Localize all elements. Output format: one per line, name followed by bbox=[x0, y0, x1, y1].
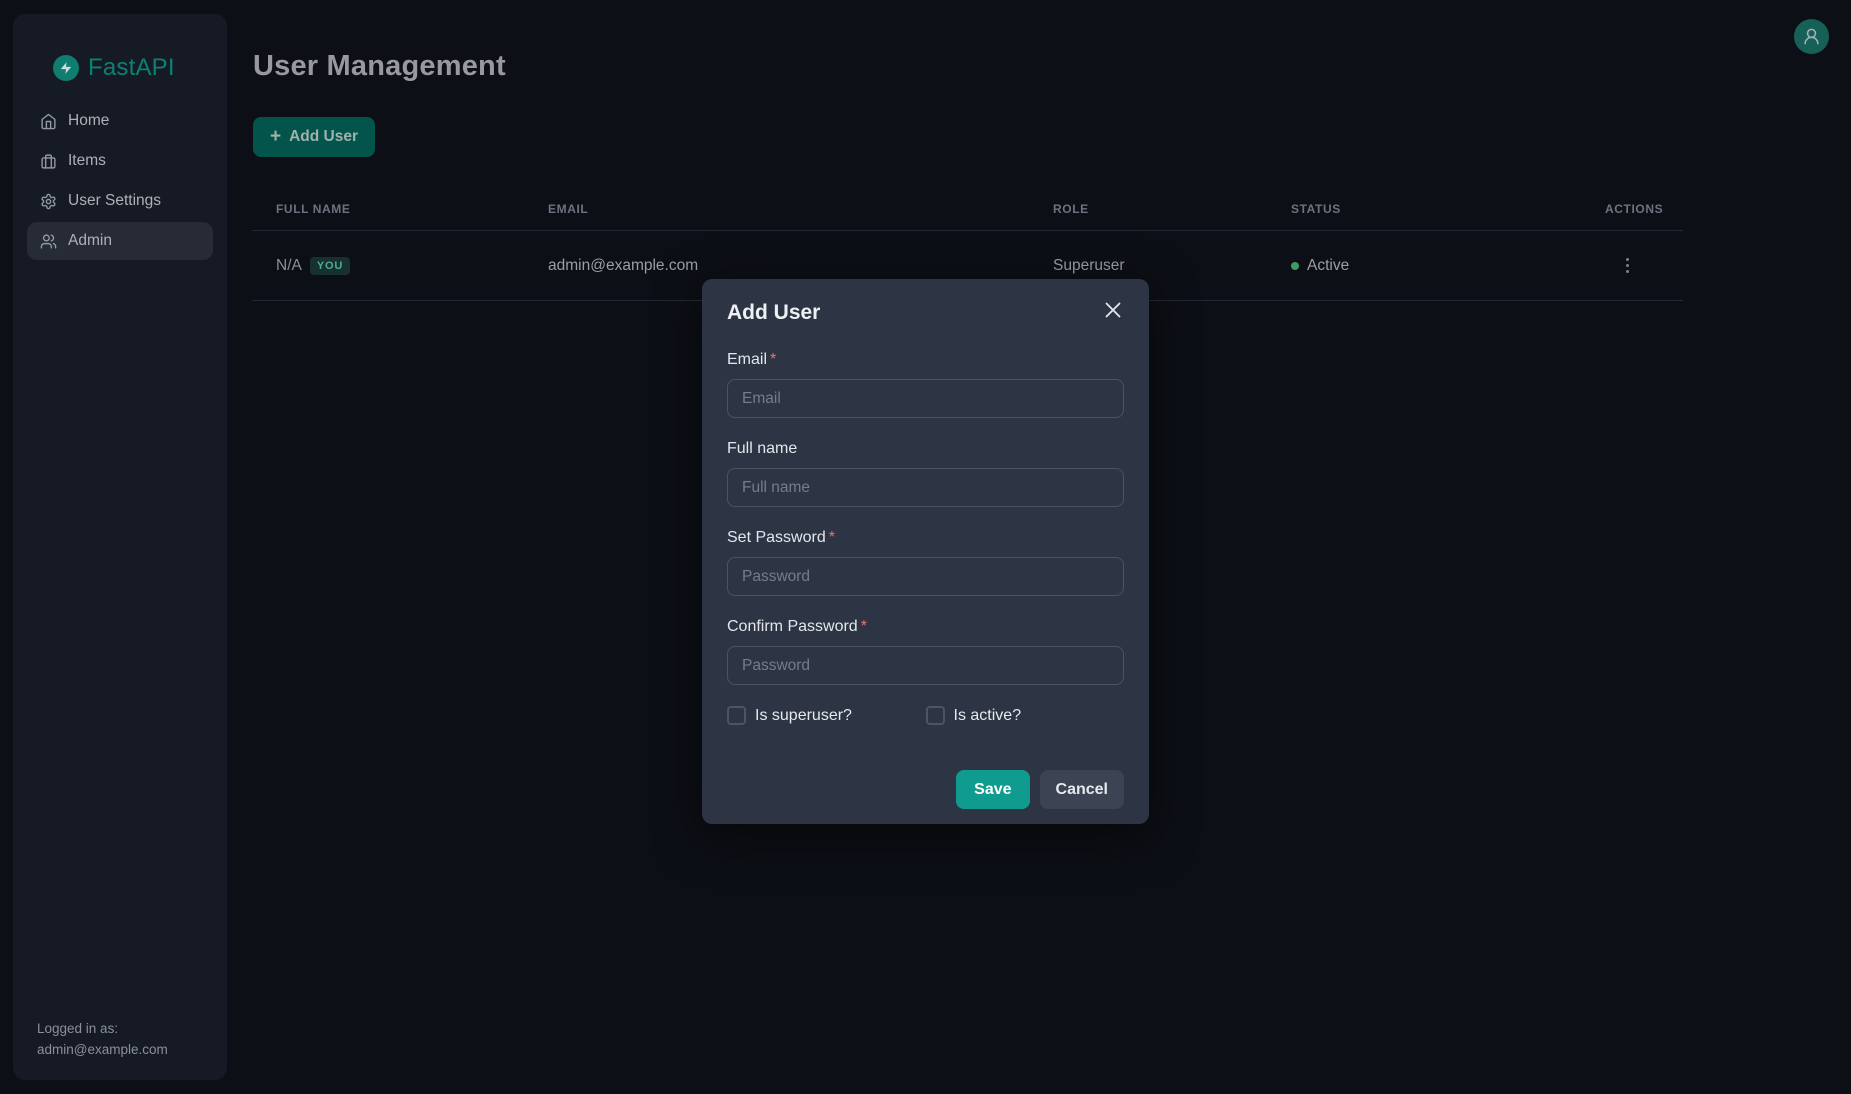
user-icon bbox=[1802, 27, 1821, 46]
table-header-row: FULL NAME EMAIL ROLE STATUS ACTIONS bbox=[252, 196, 1683, 231]
set-password-field[interactable] bbox=[727, 557, 1124, 596]
required-asterisk: * bbox=[829, 529, 835, 546]
briefcase-icon bbox=[40, 153, 57, 170]
set-password-field-group: Set Password* bbox=[727, 528, 1124, 596]
modal-header: Add User bbox=[727, 299, 1124, 326]
close-icon bbox=[1104, 301, 1122, 319]
is-active-label: Is active? bbox=[954, 707, 1022, 725]
gear-icon bbox=[40, 193, 57, 210]
logged-in-email: admin@example.com bbox=[37, 1039, 168, 1060]
cell-full-name: N/A YOU bbox=[276, 257, 548, 275]
column-header-status: STATUS bbox=[1291, 202, 1605, 216]
cell-actions bbox=[1605, 254, 1683, 277]
app-root: { "colors": { "brand": "#0b8174", "accen… bbox=[0, 0, 1851, 1094]
modal-title: Add User bbox=[727, 299, 820, 326]
sidebar-item-items[interactable]: Items bbox=[27, 142, 213, 180]
sidebar-nav: Home Items User Settings Admin bbox=[13, 102, 227, 260]
cell-status: Active bbox=[1291, 257, 1605, 275]
row-actions-button[interactable] bbox=[1622, 254, 1633, 277]
confirm-password-field-group: Confirm Password* bbox=[727, 617, 1124, 685]
full-name-field-group: Full name bbox=[727, 439, 1124, 507]
user-menu-button[interactable] bbox=[1794, 19, 1829, 54]
email-label: Email* bbox=[727, 350, 1124, 370]
logged-in-label: Logged in as: bbox=[37, 1018, 168, 1039]
cell-role: Superuser bbox=[1053, 257, 1291, 275]
checkbox-row: Is superuser? Is active? bbox=[727, 706, 1124, 725]
close-button[interactable] bbox=[1104, 301, 1122, 319]
fastapi-bolt-icon bbox=[53, 55, 79, 81]
column-header-actions: ACTIONS bbox=[1605, 202, 1683, 216]
sidebar-item-label: Admin bbox=[68, 232, 112, 250]
add-user-label: Add User bbox=[289, 128, 358, 146]
sidebar-item-label: User Settings bbox=[68, 192, 161, 210]
modal-actions: Save Cancel bbox=[727, 770, 1124, 809]
column-header-email: EMAIL bbox=[548, 202, 1053, 216]
save-button[interactable]: Save bbox=[956, 770, 1029, 809]
status-label: Active bbox=[1307, 257, 1349, 275]
checkbox-icon bbox=[926, 706, 945, 725]
email-field[interactable] bbox=[727, 379, 1124, 418]
confirm-password-label: Confirm Password* bbox=[727, 617, 1124, 637]
plus-icon: + bbox=[270, 127, 281, 146]
home-icon bbox=[40, 113, 57, 130]
confirm-password-field[interactable] bbox=[727, 646, 1124, 685]
sidebar-item-user-settings[interactable]: User Settings bbox=[27, 182, 213, 220]
users-icon bbox=[40, 233, 57, 250]
column-header-role: ROLE bbox=[1053, 202, 1291, 216]
full-name-field[interactable] bbox=[727, 468, 1124, 507]
sidebar-item-admin[interactable]: Admin bbox=[27, 222, 213, 260]
full-name-value: N/A bbox=[276, 257, 302, 275]
is-active-checkbox[interactable]: Is active? bbox=[926, 706, 1125, 725]
sidebar-item-label: Home bbox=[68, 112, 109, 130]
you-badge: YOU bbox=[310, 257, 350, 275]
set-password-label: Set Password* bbox=[727, 528, 1124, 548]
page-title: User Management bbox=[253, 50, 506, 83]
add-user-modal: Add User Email* Full name Set Password* … bbox=[702, 279, 1149, 824]
add-user-button[interactable]: + Add User bbox=[253, 117, 375, 157]
sidebar-item-home[interactable]: Home bbox=[27, 102, 213, 140]
required-asterisk: * bbox=[861, 618, 867, 635]
column-header-full-name: FULL NAME bbox=[276, 202, 548, 216]
sidebar-item-label: Items bbox=[68, 152, 106, 170]
is-superuser-checkbox[interactable]: Is superuser? bbox=[727, 706, 926, 725]
full-name-label: Full name bbox=[727, 439, 1124, 459]
logo-text: FastAPI bbox=[88, 54, 175, 82]
cancel-button[interactable]: Cancel bbox=[1040, 770, 1124, 809]
dots-vertical-icon bbox=[1626, 258, 1629, 261]
required-asterisk: * bbox=[770, 351, 776, 368]
cell-email: admin@example.com bbox=[548, 257, 1053, 275]
is-superuser-label: Is superuser? bbox=[755, 707, 852, 725]
checkbox-icon bbox=[727, 706, 746, 725]
sidebar: FastAPI Home Items User Settings Admin bbox=[13, 14, 227, 1080]
status-dot bbox=[1291, 262, 1299, 270]
logo: FastAPI bbox=[53, 54, 175, 82]
email-field-group: Email* bbox=[727, 350, 1124, 418]
logged-in-info: Logged in as: admin@example.com bbox=[37, 1018, 168, 1060]
